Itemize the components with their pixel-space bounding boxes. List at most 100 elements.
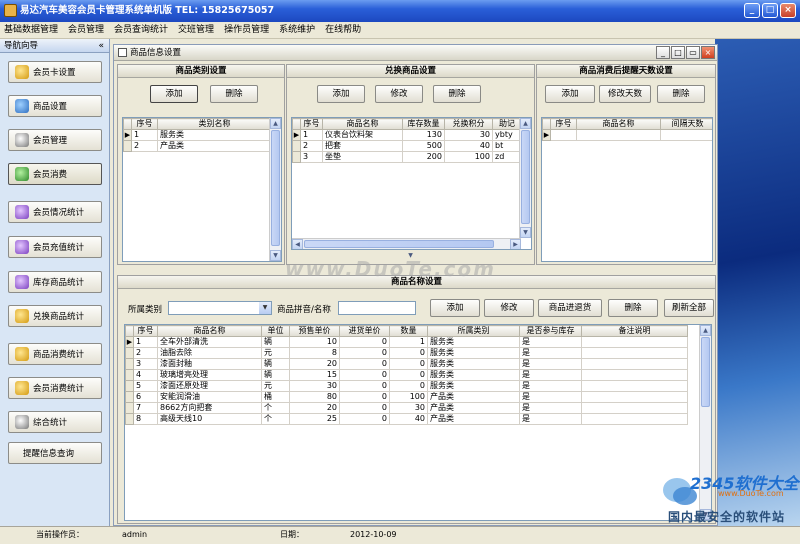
exchange-grid[interactable]: 序号 商品名称 库存数量 兑换积分 助记 ▶ 1 仪表台饮料架 130 30 ybty 2 把套 50… xyxy=(291,117,532,250)
stock-icon xyxy=(15,275,29,289)
goods-stock-in-button[interactable]: 商品进退货 xyxy=(538,299,602,317)
close-button[interactable]: × xyxy=(780,3,796,18)
nav-member-manage[interactable]: 会员管理 xyxy=(8,129,102,151)
goods-stats-icon xyxy=(15,347,29,361)
goods-grid[interactable]: 序号 商品名称 单位 预售单价 进货单价 数量 所属类别 是否参与库存 备注说明… xyxy=(124,324,712,521)
nav-label: 商品消费统计 xyxy=(33,350,85,360)
child-maximize-button[interactable]: ▭ xyxy=(686,46,700,59)
category-panel: 商品类别设置 添加 删除 序号 类别名称 ▶ 1 服务类 2 产品类 ▲ ▼ xyxy=(117,64,285,265)
exchange-vscroll[interactable]: ▲ ▼ xyxy=(519,118,531,238)
pinyin-label: 商品拼音/名称 xyxy=(277,305,331,315)
nav-reminder-query[interactable]: 提醒信息查询 xyxy=(8,442,102,464)
exchange-edit-button[interactable]: 修改 xyxy=(375,85,423,103)
exchange-add-button[interactable]: 添加 xyxy=(317,85,365,103)
menu-member-query[interactable]: 会员查询统计 xyxy=(114,22,168,38)
menu-help[interactable]: 在线帮助 xyxy=(325,22,361,38)
table-row[interactable]: 5 漆面还原处理元 30 0 0 服务类是 xyxy=(125,380,688,392)
menu-shift[interactable]: 交班管理 xyxy=(178,22,214,38)
table-row[interactable]: 4 玻璃增亮处理辆 15 0 0 服务类是 xyxy=(125,369,688,381)
remind-grid[interactable]: 序号 商品名称 间隔天数 ▶ xyxy=(541,117,713,262)
col-header: 商品名称 xyxy=(576,118,661,130)
refresh-all-button[interactable]: 刷新全部 xyxy=(664,299,714,317)
members-icon xyxy=(15,133,29,147)
scroll-up-icon[interactable]: ▲ xyxy=(520,118,531,129)
chevron-down-icon[interactable]: ▼ xyxy=(259,302,271,314)
operator-label: 当前操作员： xyxy=(36,530,84,539)
nav-member-consume[interactable]: 会员消费 xyxy=(8,163,102,185)
remind-delete-button[interactable]: 删除 xyxy=(657,85,705,103)
col-header: 单位 xyxy=(261,325,290,337)
scroll-thumb[interactable] xyxy=(304,240,494,248)
nav-card-settings[interactable]: 会员卡设置 xyxy=(8,61,102,83)
scroll-thumb[interactable] xyxy=(701,337,710,407)
remind-panel: 商品消费后提醒天数设置 添加 修改天数 删除 序号 商品名称 间隔天数 ▶ xyxy=(536,64,716,265)
minimize-button[interactable]: _ xyxy=(744,3,760,18)
table-row[interactable]: 7 8662方向把套个 20 0 30 产品类是 xyxy=(125,402,688,414)
center-watermark: www.DuoTe.com xyxy=(285,257,496,281)
child-title: 商品信息设置 xyxy=(130,48,182,58)
table-row[interactable]: 3 坐垫 200 100 zd xyxy=(292,151,522,163)
nav-recharge-stats[interactable]: 会员充值统计 xyxy=(8,236,102,258)
table-row[interactable]: 3 漆面封釉辆 20 0 0 服务类是 xyxy=(125,358,688,370)
table-row[interactable]: 2 油脂去除元 8 0 0 服务类是 xyxy=(125,347,688,359)
goods-delete-button[interactable]: 删除 xyxy=(608,299,658,317)
category-delete-button[interactable]: 删除 xyxy=(210,85,258,103)
scroll-down-icon[interactable]: ▼ xyxy=(270,250,281,261)
menu-operator[interactable]: 操作员管理 xyxy=(224,22,269,38)
remind-add-button[interactable]: 添加 xyxy=(545,85,595,103)
child-minimize-button[interactable]: _ xyxy=(656,46,670,59)
menu-member-manage[interactable]: 会员管理 xyxy=(68,22,104,38)
scroll-thumb[interactable] xyxy=(271,130,280,246)
table-row[interactable]: ▶ 1 仪表台饮料架 130 30 ybty xyxy=(292,129,522,141)
col-header: 预售单价 xyxy=(289,325,340,337)
goods-info-window: 商品信息设置 _ □ ▭ × 商品类别设置 添加 删除 序号 类别名称 ▶ 1 服务类… xyxy=(113,44,718,526)
exchange-hscroll[interactable]: ◀ ▶ xyxy=(292,238,521,249)
scroll-up-icon[interactable]: ▲ xyxy=(270,118,281,129)
table-row[interactable]: 8 高级天线10 个 25 0 40 产品类是 xyxy=(125,413,688,425)
pinyin-search-input[interactable] xyxy=(338,301,416,315)
table-row[interactable]: 2 产品类 xyxy=(123,140,272,152)
goods-panel: 商品名称设置 所属类别 ▼ 商品拼音/名称 添加 修改 商品进退货 删除 刷新全… xyxy=(117,275,716,524)
collapse-icon[interactable]: « xyxy=(98,39,104,53)
goods-edit-button[interactable]: 修改 xyxy=(484,299,534,317)
child-close-button[interactable]: × xyxy=(701,46,715,59)
table-row[interactable]: ▶ 1 服务类 xyxy=(123,129,272,141)
menu-system[interactable]: 系统维护 xyxy=(279,22,315,38)
cell: 产品类 xyxy=(157,140,272,152)
goods-add-button[interactable]: 添加 xyxy=(430,299,480,317)
menu-basic-data[interactable]: 基础数据管理 xyxy=(4,22,58,38)
nav-member-stats[interactable]: 会员情况统计 xyxy=(8,201,102,223)
table-row[interactable]: ▶ 1 全车外部清洗辆 10 0 1 服务类是 xyxy=(125,336,688,348)
scroll-thumb[interactable] xyxy=(521,130,530,224)
nav-member-consume-stats[interactable]: 会员消费统计 xyxy=(8,377,102,399)
desktop-background xyxy=(715,39,800,526)
category-add-button[interactable]: 添加 xyxy=(150,85,198,103)
nav-label: 会员卡设置 xyxy=(33,68,76,78)
col-header: 进货单价 xyxy=(339,325,390,337)
nav-overall-stats[interactable]: 综合统计 xyxy=(8,411,102,433)
child-restore-button[interactable]: □ xyxy=(671,46,685,59)
category-vscroll[interactable]: ▲ ▼ xyxy=(269,118,281,261)
scroll-up-icon[interactable]: ▲ xyxy=(700,325,711,336)
nav-goods-consume-stats[interactable]: 商品消费统计 xyxy=(8,343,102,365)
nav-label: 会员消费 xyxy=(33,170,68,180)
category-grid[interactable]: 序号 类别名称 ▶ 1 服务类 2 产品类 ▲ ▼ xyxy=(122,117,282,262)
maximize-button[interactable]: □ xyxy=(762,3,778,18)
remind-edit-days-button[interactable]: 修改天数 xyxy=(599,85,651,103)
exchange-delete-button[interactable]: 删除 xyxy=(433,85,481,103)
nav-stock-stats[interactable]: 库存商品统计 xyxy=(8,271,102,293)
scroll-down-icon[interactable]: ▼ xyxy=(520,227,531,238)
scroll-left-icon[interactable]: ◀ xyxy=(292,239,303,249)
member-consume-icon xyxy=(15,381,29,395)
col-header: 类别名称 xyxy=(157,118,272,130)
remind-panel-title: 商品消费后提醒天数设置 xyxy=(537,65,715,78)
category-select[interactable]: ▼ xyxy=(168,301,272,315)
scroll-right-icon[interactable]: ▶ xyxy=(510,239,521,249)
nav-goods-settings[interactable]: 商品设置 xyxy=(8,95,102,117)
table-row[interactable]: 6 安能润滑油桶 80 0 100 产品类是 xyxy=(125,391,688,403)
table-row[interactable]: 2 把套 500 40 bt xyxy=(292,140,522,152)
col-header: 间隔天数 xyxy=(660,118,712,130)
exchange-panel: 兑换商品设置 添加 修改 删除 序号 商品名称 库存数量 兑换积分 助记 ▶ 1 仪表台饮料… xyxy=(286,64,535,265)
table-row[interactable]: ▶ xyxy=(542,129,712,141)
nav-exchange-stats[interactable]: 兑换商品统计 xyxy=(8,305,102,327)
